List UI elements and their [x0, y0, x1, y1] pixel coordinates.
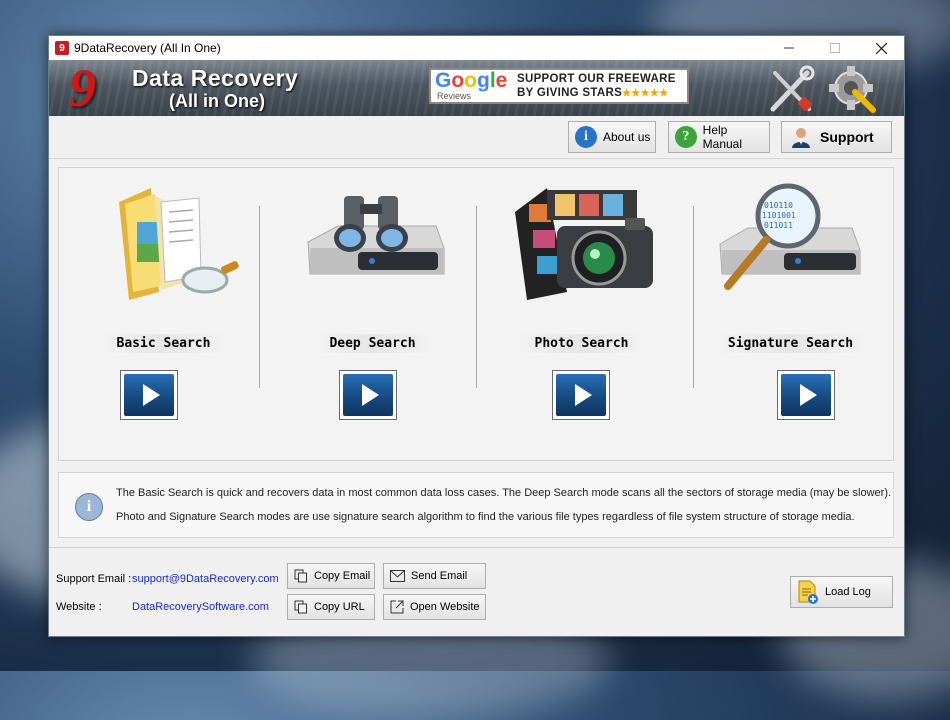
support-label: Support — [820, 129, 874, 145]
folder-magnifier-icon — [118, 188, 239, 300]
app-window: 9 9DataRecovery (All In One) 9 Data Reco… — [48, 35, 905, 637]
external-link-icon — [390, 600, 404, 614]
envelope-icon — [390, 570, 405, 582]
deep-search-label: Deep Search — [268, 334, 477, 353]
search-modes-panel: Basic Search Deep Search Photo Search 01… — [58, 167, 894, 461]
load-log-label: Load Log — [825, 586, 871, 598]
help-manual-button[interactable]: ? Help Manual — [668, 121, 770, 153]
gear-settings-icon — [829, 66, 876, 113]
minimize-icon — [784, 47, 794, 49]
minimize-button[interactable] — [766, 36, 812, 60]
svg-text:011011: 011011 — [764, 221, 793, 230]
play-icon — [142, 384, 160, 406]
question-mark-icon: ? — [675, 126, 697, 148]
rating-stars-icon: ★★★★★ — [622, 87, 669, 99]
deep-search-section: Deep Search — [268, 168, 477, 460]
close-icon — [875, 42, 887, 54]
camera-film-icon — [514, 188, 653, 300]
about-us-button[interactable]: i About us — [568, 121, 656, 153]
window-title: 9DataRecovery (All In One) — [74, 41, 221, 55]
promo-line-1: SUPPORT OUR FREEWARE — [517, 72, 676, 85]
svg-text:1101001: 1101001 — [762, 211, 796, 220]
basic-search-section: Basic Search — [59, 168, 268, 460]
basic-search-art — [59, 182, 268, 302]
copy-url-label: Copy URL — [314, 601, 365, 613]
maximize-icon — [830, 43, 840, 53]
copy-icon — [294, 600, 307, 614]
toolbar: i About us ? Help Manual Support — [49, 116, 904, 159]
photo-search-section: Photo Search — [477, 168, 686, 460]
signature-search-start-button[interactable] — [777, 370, 835, 420]
drive-magnifier-binary-icon: 010110 1101001 011011 — [718, 183, 860, 290]
svg-text:010110: 010110 — [764, 201, 793, 210]
signature-search-art: 010110 1101001 011011 — [686, 182, 895, 302]
copy-icon — [294, 569, 307, 583]
info-icon: i — [75, 493, 103, 521]
footer-separator — [49, 547, 904, 548]
info-icon: i — [575, 126, 597, 148]
help-manual-label: Help Manual — [702, 123, 743, 151]
basic-search-start-button[interactable] — [120, 370, 178, 420]
google-review-banner[interactable]: Google Reviews SUPPORT OUR FREEWARE BY G… — [429, 68, 689, 104]
support-email-link[interactable]: support@9DataRecovery.com — [132, 573, 279, 585]
photo-search-art — [477, 182, 686, 302]
support-email-label: Support Email : — [56, 573, 132, 585]
promo-line-2: BY GIVING STARS★★★★★ — [517, 86, 669, 99]
signature-search-section: 010110 1101001 011011 Signature Search — [686, 168, 895, 460]
close-button[interactable] — [858, 36, 904, 60]
window-controls — [766, 36, 904, 60]
website-label: Website : — [56, 601, 102, 613]
title-bar[interactable]: 9 9DataRecovery (All In One) — [49, 36, 904, 60]
info-text-line-2: Photo and Signature Search modes are use… — [116, 511, 855, 523]
info-panel: i The Basic Search is quick and recovers… — [58, 472, 894, 538]
play-icon — [361, 384, 379, 406]
copy-url-button[interactable]: Copy URL — [287, 594, 375, 620]
open-website-label: Open Website — [410, 601, 480, 613]
section-divider — [259, 206, 260, 388]
photo-search-start-button[interactable] — [552, 370, 610, 420]
copy-email-button[interactable]: Copy Email — [287, 563, 375, 589]
play-icon — [799, 384, 817, 406]
header-banner: 9 Data Recovery (All in One) Google Revi… — [49, 60, 904, 116]
tools-icon — [770, 65, 815, 112]
info-text-line-1: The Basic Search is quick and recovers d… — [116, 487, 892, 499]
send-email-button[interactable]: Send Email — [383, 563, 486, 589]
brand-title: Data Recovery — [132, 65, 299, 91]
photo-search-label: Photo Search — [477, 334, 686, 353]
copy-email-label: Copy Email — [314, 570, 371, 582]
support-person-icon — [792, 128, 810, 148]
app-logo-icon: 9 — [55, 41, 69, 55]
brand-subtitle: (All in One) — [169, 91, 265, 111]
log-file-icon — [798, 580, 818, 604]
maximize-button[interactable] — [812, 36, 858, 60]
brand-logo-icon: 9 — [69, 58, 96, 118]
send-email-label: Send Email — [411, 570, 468, 582]
load-log-button[interactable]: Load Log — [790, 576, 893, 608]
open-website-button[interactable]: Open Website — [383, 594, 486, 620]
about-us-label: About us — [603, 130, 651, 144]
promo-text: SUPPORT OUR FREEWARE BY GIVING STARS★★★★… — [517, 72, 676, 101]
google-reviews-label: Reviews — [437, 91, 472, 101]
website-link[interactable]: DataRecoverySoftware.com — [132, 601, 269, 613]
google-logo: Google Reviews — [431, 69, 517, 101]
play-icon — [574, 384, 592, 406]
basic-search-label: Basic Search — [59, 334, 268, 353]
deep-search-start-button[interactable] — [339, 370, 397, 420]
signature-search-label: Signature Search — [686, 334, 895, 353]
support-button[interactable]: Support — [781, 121, 892, 153]
drive-binoculars-icon — [306, 196, 444, 275]
google-word: Google — [435, 69, 508, 92]
deep-search-art — [268, 182, 477, 302]
